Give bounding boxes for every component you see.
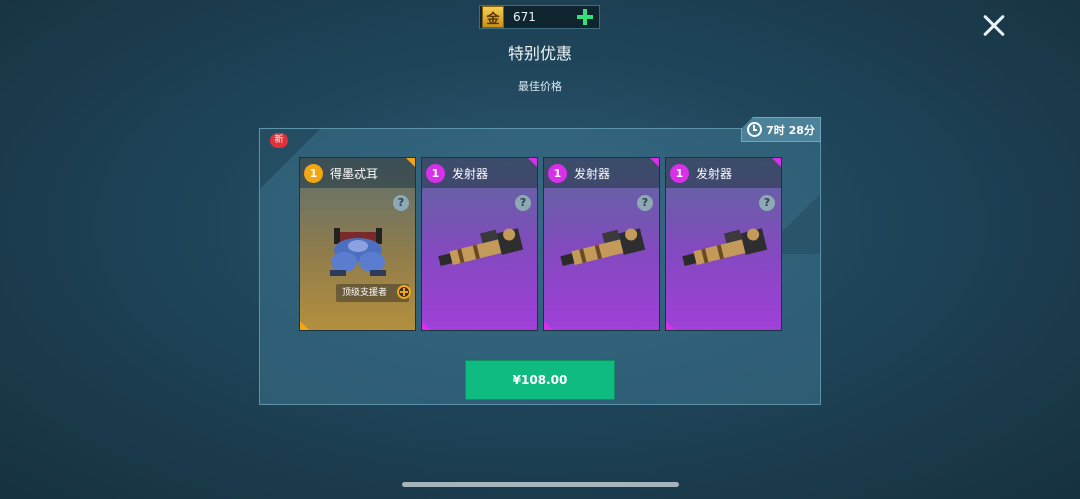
item-name: 发射器 [696,166,733,181]
card-header: 1 发射器 [422,158,537,188]
new-badge: 新 [270,133,288,148]
item-count: 1 [670,163,689,183]
timer-text: 7时 28分 [766,123,815,137]
support-role-icon [397,285,411,299]
clock-icon [747,122,763,137]
offer-card-robot[interactable]: 1 得墨忒耳 ? 顶级支援者 [299,157,416,331]
item-name: 得墨忒耳 [330,166,379,181]
currency-bar: 金 671 [479,5,600,29]
launcher-weapon-image [682,228,768,266]
offer-card-launcher[interactable]: 1 发射器 ? [543,157,660,331]
item-count: 1 [304,163,323,183]
robot-image [330,228,386,276]
card-header: 1 发射器 [666,158,781,188]
add-gold-button[interactable] [575,7,595,27]
launcher-weapon-image [560,228,646,266]
item-count: 1 [548,163,567,183]
item-name: 发射器 [574,166,611,181]
help-icon[interactable]: ? [393,195,409,211]
card-header: 1 得墨忒耳 [300,158,415,188]
page-subtitle: 最佳价格 [518,80,562,93]
help-icon[interactable]: ? [515,195,531,211]
item-name: 发射器 [452,166,489,181]
offer-timer: 7时 28分 [741,117,821,142]
offer-card-launcher[interactable]: 1 发射器 ? [421,157,538,331]
help-icon[interactable]: ? [759,195,775,211]
item-count: 1 [426,163,445,183]
gold-amount: 671 [513,10,536,24]
launcher-weapon-image [438,228,524,266]
home-indicator[interactable] [402,482,679,487]
offer-card-launcher[interactable]: 1 发射器 ? [665,157,782,331]
page-title: 特别优惠 [507,44,572,63]
help-icon[interactable]: ? [637,195,653,211]
close-icon[interactable] [981,13,1007,39]
gold-coin-icon: 金 [482,6,504,28]
card-header: 1 发射器 [544,158,659,188]
buy-button[interactable]: ¥108.00 [465,360,615,400]
